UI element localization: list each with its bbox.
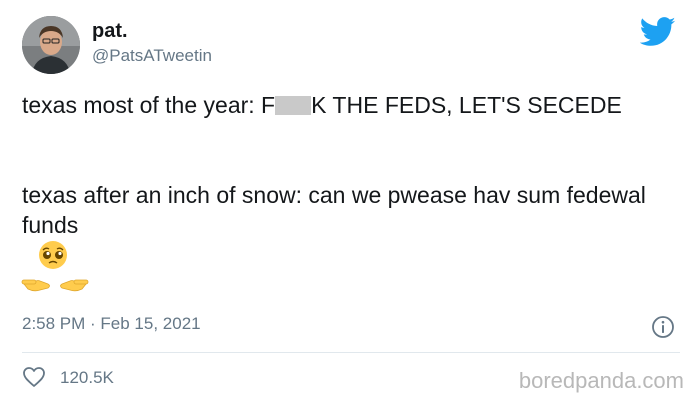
tweet-text-line-1: texas most of the year: F K THE FEDS, LET… xyxy=(22,90,682,120)
censor-bar xyxy=(275,96,312,115)
author-handle[interactable]: @PatsATweetin xyxy=(92,46,212,66)
twitter-bird-icon[interactable] xyxy=(640,17,676,47)
watermark: boredpanda.com xyxy=(518,368,684,393)
pleading-face-pointing-fingers-emoji xyxy=(21,241,89,292)
avatar[interactable] xyxy=(22,16,80,74)
heart-icon[interactable] xyxy=(22,366,46,388)
divider xyxy=(22,352,680,353)
like-count[interactable]: 120.5K xyxy=(60,368,114,388)
info-icon[interactable] xyxy=(651,315,675,339)
author-display-name[interactable]: pat. xyxy=(92,20,128,43)
tweet-text-before-censor: texas most of the year: F xyxy=(22,92,276,118)
tweet-text-after-censor: K THE FEDS, LET'S SECEDE xyxy=(311,92,622,118)
tweet-timestamp[interactable]: 2:58 PM · Feb 15, 2021 xyxy=(22,314,201,334)
avatar-photo xyxy=(22,16,80,74)
tweet-text-line-2: texas after an inch of snow: can we pwea… xyxy=(22,182,646,238)
